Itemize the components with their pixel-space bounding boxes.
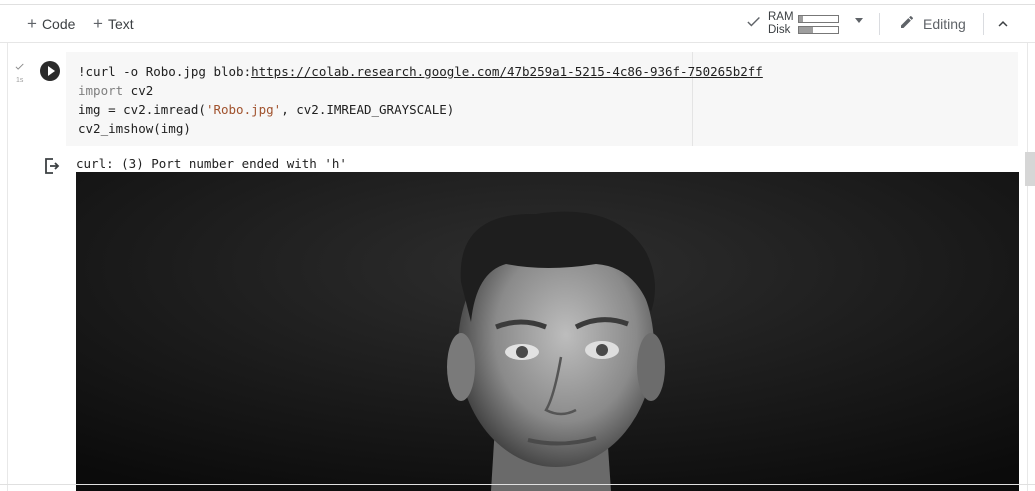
pencil-icon: [899, 14, 915, 33]
execution-time: 1s: [16, 77, 24, 84]
caret-down-icon[interactable]: [855, 18, 863, 23]
toolbar-divider: [983, 13, 984, 35]
ram-label: RAM: [768, 10, 794, 23]
check-icon: [14, 61, 25, 75]
notebook-toolbar: + Code + Text RAM Disk Editing: [0, 4, 1035, 43]
notebook-right-border: [1027, 43, 1028, 491]
output-redirect-icon[interactable]: [44, 157, 60, 180]
ram-usage-bar: [797, 14, 839, 23]
editing-mode-button[interactable]: Editing: [899, 5, 966, 42]
editing-label: Editing: [923, 15, 966, 32]
notebook-left-border: [7, 43, 8, 491]
check-icon: [745, 13, 762, 35]
grayscale-face-image: [76, 172, 1019, 491]
disk-label: Disk: [768, 23, 791, 36]
blob-url-link[interactable]: https://colab.research.google.com/47b259…: [251, 64, 763, 79]
add-code-label: Code: [41, 15, 76, 32]
plus-icon: +: [27, 13, 37, 33]
toolbar-divider: [879, 13, 880, 35]
plus-icon: +: [93, 13, 103, 33]
code-text[interactable]: !curl -o Robo.jpg blob:https://colab.res…: [78, 62, 763, 138]
add-text-label: Text: [107, 15, 134, 32]
resource-monitor-button[interactable]: RAM Disk: [745, 5, 839, 42]
add-text-button[interactable]: + Text: [93, 5, 134, 42]
chevron-up-icon[interactable]: [994, 15, 1012, 38]
add-code-button[interactable]: + Code: [27, 5, 75, 42]
code-editor[interactable]: !curl -o Robo.jpg blob:https://colab.res…: [66, 52, 1018, 146]
code-line-3: img = cv2.imread('Robo.jpg', cv2.IMREAD_…: [78, 102, 455, 117]
code-line-4: cv2_imshow(img): [78, 121, 191, 136]
output-stderr-text: curl: (3) Port number ended with 'h': [76, 156, 347, 171]
output-image: [76, 172, 1019, 491]
page-bottom-border: [0, 484, 1035, 485]
run-cell-button[interactable]: [40, 61, 60, 81]
disk-usage-bar: [797, 25, 839, 34]
code-line-1: !curl -o Robo.jpg blob:https://colab.res…: [78, 64, 763, 79]
output-scrollbar[interactable]: [1025, 152, 1035, 186]
code-line-2: import cv2: [78, 83, 154, 98]
